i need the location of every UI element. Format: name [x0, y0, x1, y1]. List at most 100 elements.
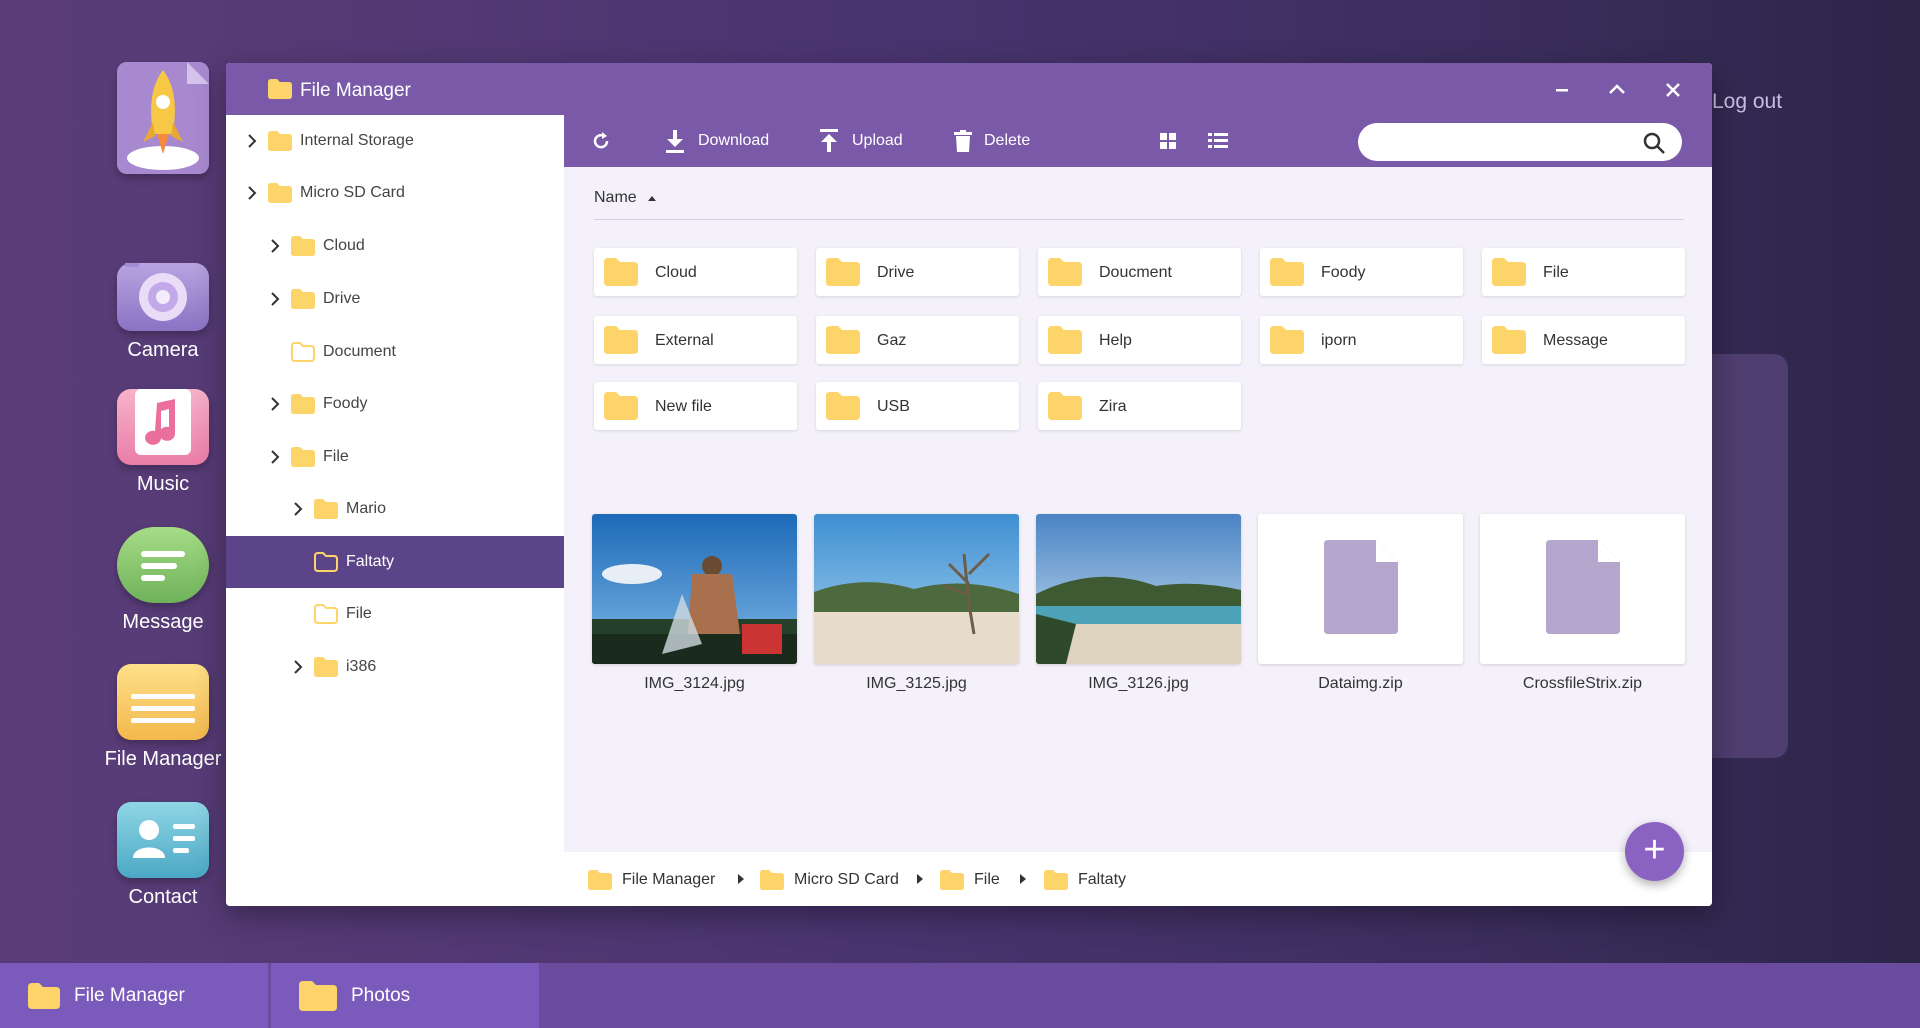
- folder-icon: [268, 79, 292, 99]
- folder-icon: [604, 326, 638, 354]
- folder-icon: [1048, 326, 1082, 354]
- grid-view-icon: [1160, 133, 1176, 149]
- taskbar-item-file-manager[interactable]: File Manager: [0, 963, 268, 1028]
- tree-item-label: i386: [346, 658, 377, 675]
- desktop-icon-music[interactable]: Music: [104, 389, 222, 496]
- tree-item-file[interactable]: File: [226, 431, 564, 483]
- folder-name: Message: [1543, 332, 1608, 349]
- folder-card-drive[interactable]: Drive: [816, 248, 1019, 296]
- folder-icon: [299, 980, 337, 1011]
- window-titlebar[interactable]: File Manager: [226, 63, 1712, 115]
- tree-item-document[interactable]: Document: [226, 326, 564, 378]
- tree-item-internal-storage[interactable]: Internal Storage: [226, 115, 564, 167]
- taskbar-item-photos[interactable]: Photos: [271, 963, 539, 1028]
- music-note-icon: [117, 389, 209, 465]
- file-name: IMG_3125.jpg: [866, 675, 967, 692]
- folder-name: Cloud: [655, 264, 697, 281]
- chevron-right-icon[interactable]: [269, 238, 281, 254]
- chevron-right-icon[interactable]: [269, 291, 281, 307]
- search-input[interactable]: [1358, 123, 1682, 161]
- breadcrumb-item[interactable]: Faltaty: [1044, 870, 1126, 890]
- tree-item-drive[interactable]: Drive: [226, 273, 564, 325]
- file-thumb-img-3125[interactable]: [814, 514, 1019, 664]
- folder-icon: [291, 394, 315, 414]
- folder-name: New file: [655, 398, 712, 415]
- chevron-right-icon[interactable]: [292, 501, 304, 517]
- upload-button[interactable]: Upload: [818, 115, 903, 167]
- tree-item-faltaty[interactable]: Faltaty: [226, 536, 564, 588]
- folder-card-help[interactable]: Help: [1038, 316, 1241, 364]
- folder-icon: [314, 499, 338, 519]
- desktop-icon-contact[interactable]: Contact: [104, 802, 222, 909]
- folder-card-gaz[interactable]: Gaz: [816, 316, 1019, 364]
- list-view-icon: [1208, 133, 1228, 148]
- logout-link[interactable]: Log out: [1712, 90, 1782, 114]
- file-thumb-crossfilestrix-zip[interactable]: [1480, 514, 1685, 664]
- file-thumb-img-3126[interactable]: [1036, 514, 1241, 664]
- close-icon[interactable]: [1656, 73, 1690, 107]
- folder-icon: [940, 870, 964, 890]
- desktop-icon-message[interactable]: Message: [104, 527, 222, 634]
- delete-button[interactable]: Delete: [954, 115, 1030, 167]
- refresh-button[interactable]: [590, 115, 612, 167]
- grid-view-button[interactable]: [1159, 115, 1177, 167]
- sort-ascending-icon: [648, 196, 657, 201]
- maximize-icon[interactable]: [1600, 73, 1634, 107]
- chevron-right-icon[interactable]: [269, 396, 281, 412]
- breadcrumb-item[interactable]: File Manager: [588, 870, 715, 890]
- sort-by-name[interactable]: Name: [594, 189, 657, 207]
- folder-card-iporn[interactable]: iporn: [1260, 316, 1463, 364]
- photo-thumbnail: [592, 514, 797, 664]
- chevron-right-icon[interactable]: [246, 185, 258, 201]
- tree-item-label: Cloud: [323, 237, 365, 254]
- file-thumb-dataimg-zip[interactable]: [1258, 514, 1463, 664]
- tree-item-micro-sd-card[interactable]: Micro SD Card: [226, 167, 564, 219]
- folder-tree-sidebar: Internal Storage Micro SD Card Cloud Dri…: [226, 115, 564, 906]
- tree-item-label: Foody: [323, 395, 368, 412]
- search-icon[interactable]: [1642, 131, 1666, 155]
- folder-icon: [117, 664, 209, 740]
- tree-item-cloud[interactable]: Cloud: [226, 220, 564, 272]
- upload-label: Upload: [852, 132, 903, 149]
- folder-outline-icon: [291, 342, 315, 362]
- window-title: File Manager: [300, 80, 411, 101]
- desktop-icon-file-manager[interactable]: File Manager: [104, 664, 222, 771]
- delete-label: Delete: [984, 132, 1031, 149]
- desktop-icon-rocket[interactable]: [104, 62, 222, 182]
- tree-item-label: Mario: [346, 500, 387, 517]
- desktop-icon-camera[interactable]: Camera: [104, 259, 222, 362]
- breadcrumb-label: File Manager: [622, 871, 716, 888]
- tree-item-i386[interactable]: i386: [226, 641, 564, 693]
- file-name: Dataimg.zip: [1318, 675, 1403, 692]
- folder-card-new-file[interactable]: New file: [594, 382, 797, 430]
- breadcrumb-item[interactable]: File: [940, 870, 1000, 890]
- tree-item-mario[interactable]: Mario: [226, 483, 564, 535]
- folder-icon: [291, 447, 315, 467]
- file-document-icon: [1480, 514, 1685, 664]
- folder-card-file[interactable]: File: [1482, 248, 1685, 296]
- folder-icon: [1048, 258, 1082, 286]
- add-button[interactable]: +: [1625, 822, 1684, 881]
- breadcrumb-item[interactable]: Micro SD Card: [760, 870, 899, 890]
- minimize-icon[interactable]: [1545, 73, 1579, 107]
- list-view-button[interactable]: [1208, 115, 1228, 167]
- folder-icon: [1270, 326, 1304, 354]
- file-grid-area: Name Cloud Drive Doucment Foody File Ext…: [564, 167, 1712, 852]
- tree-item-foody[interactable]: Foody: [226, 378, 564, 430]
- message-bubble-icon: [117, 527, 209, 603]
- folder-card-foody[interactable]: Foody: [1260, 248, 1463, 296]
- rocket-icon: [117, 62, 209, 174]
- folder-card-message[interactable]: Message: [1482, 316, 1685, 364]
- folder-card-cloud[interactable]: Cloud: [594, 248, 797, 296]
- folder-card-doucment[interactable]: Doucment: [1038, 248, 1241, 296]
- chevron-right-icon[interactable]: [269, 449, 281, 465]
- folder-card-external[interactable]: External: [594, 316, 797, 364]
- file-thumb-img-3124[interactable]: [592, 514, 797, 664]
- folder-card-usb[interactable]: USB: [816, 382, 1019, 430]
- tree-item-label: Faltaty: [346, 553, 395, 570]
- chevron-right-icon[interactable]: [292, 659, 304, 675]
- chevron-right-icon[interactable]: [246, 133, 258, 149]
- tree-item-file-sub[interactable]: File: [226, 588, 564, 640]
- folder-card-zira[interactable]: Zira: [1038, 382, 1241, 430]
- download-button[interactable]: Download: [664, 115, 769, 167]
